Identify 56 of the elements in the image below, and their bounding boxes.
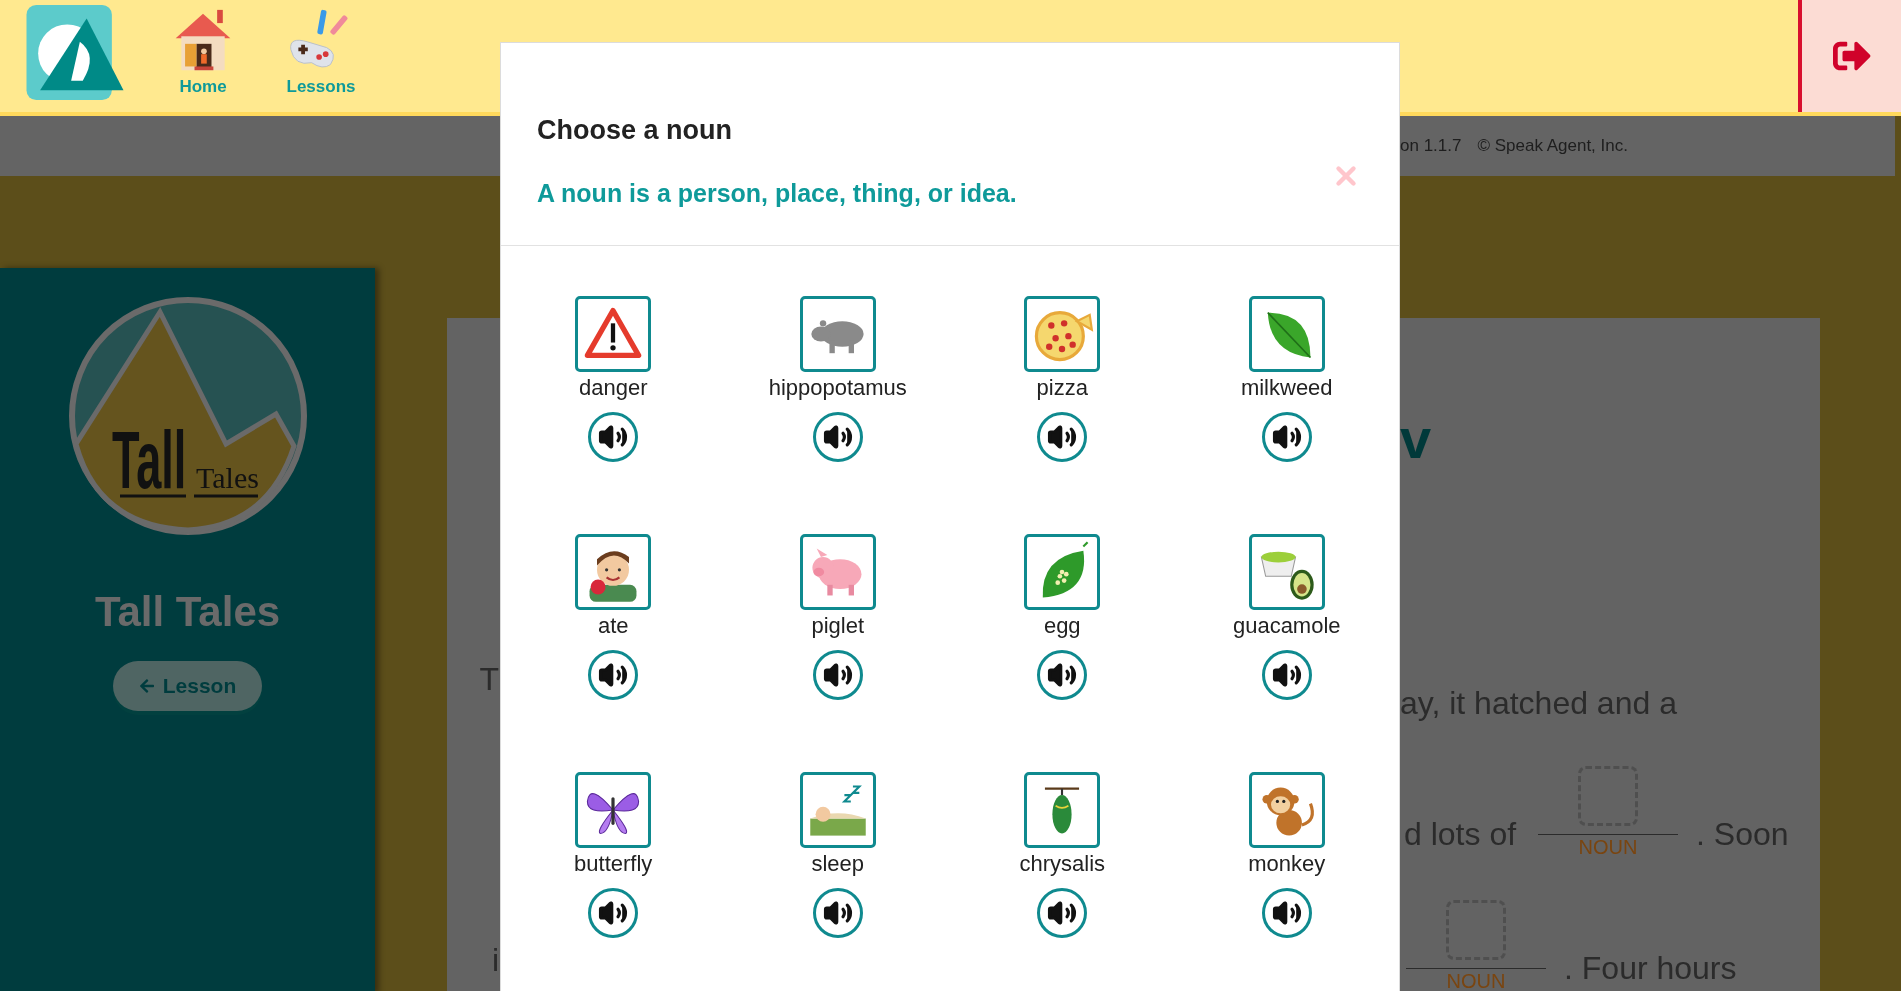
arrow-left-icon xyxy=(138,677,155,694)
word-label: butterfly xyxy=(574,850,653,878)
word-label: hippopotamus xyxy=(768,374,907,402)
play-sound-button[interactable] xyxy=(1037,411,1088,462)
word-picture-card[interactable] xyxy=(1024,534,1101,610)
word-picture-card[interactable] xyxy=(799,296,876,372)
play-sound-button[interactable] xyxy=(588,411,639,462)
story-text: d lots of xyxy=(1404,815,1518,854)
word-picture-card[interactable] xyxy=(799,772,876,848)
play-sound-button[interactable] xyxy=(812,411,863,462)
story-text: T xyxy=(479,660,499,699)
word-label: pizza xyxy=(1036,374,1088,402)
lesson-title: Tall Tales xyxy=(94,587,281,637)
play-sound-button[interactable] xyxy=(1261,411,1312,462)
blank-label: NOUN xyxy=(1578,835,1638,860)
word-picture-card[interactable] xyxy=(1024,772,1101,848)
play-sound-button[interactable] xyxy=(1037,649,1088,700)
logo-word: Tales xyxy=(195,461,259,494)
version-text: on 1.1.7 xyxy=(1400,135,1462,158)
play-sound-button[interactable] xyxy=(1261,887,1312,938)
word-label: sleep xyxy=(811,850,865,878)
play-sound-button[interactable] xyxy=(812,887,863,938)
word-label: monkey xyxy=(1248,850,1326,878)
word-picture-card[interactable] xyxy=(575,296,652,372)
word-picture-card[interactable] xyxy=(799,534,876,610)
dialog-hint: A noun is a person, place, thing, or idea. xyxy=(537,177,1017,209)
play-sound-button[interactable] xyxy=(1037,887,1088,938)
story-text: ay, it hatched and a xyxy=(1400,684,1678,723)
nav-link[interactable]: Lessons xyxy=(276,5,366,100)
play-sound-button[interactable] xyxy=(588,649,639,700)
word-picture-card[interactable] xyxy=(575,534,652,610)
copyright-text: © Speak Agent, Inc. xyxy=(1477,135,1628,158)
word-label: ate xyxy=(597,612,629,640)
word-label: milkweed xyxy=(1240,374,1333,402)
word-picture-card[interactable] xyxy=(575,772,652,848)
dialog-title: Choose a noun xyxy=(537,114,733,147)
blank-label: NOUN xyxy=(1446,969,1506,991)
play-sound-button[interactable] xyxy=(1261,649,1312,700)
word-picture-card[interactable] xyxy=(1024,296,1101,372)
word-picture-card[interactable] xyxy=(1248,534,1325,610)
play-sound-button[interactable] xyxy=(588,887,639,938)
word-label: piglet xyxy=(811,612,865,640)
word-picture-card[interactable] xyxy=(1248,296,1325,372)
word-label: guacamole xyxy=(1232,612,1341,640)
word-picture-card[interactable] xyxy=(1248,772,1325,848)
word-label: egg xyxy=(1043,612,1081,640)
logo-word: Tall xyxy=(111,413,186,506)
story-text: . Four hours xyxy=(1564,949,1737,988)
story-text: i xyxy=(491,941,499,980)
story-text: . Soon xyxy=(1696,815,1789,854)
word-label: chrysalis xyxy=(1019,850,1106,878)
nav-link[interactable]: Home xyxy=(158,5,248,100)
play-sound-button[interactable] xyxy=(812,649,863,700)
word-label: danger xyxy=(579,374,648,402)
logout-button[interactable] xyxy=(1798,0,1901,112)
story-heading: v xyxy=(1400,411,1433,467)
